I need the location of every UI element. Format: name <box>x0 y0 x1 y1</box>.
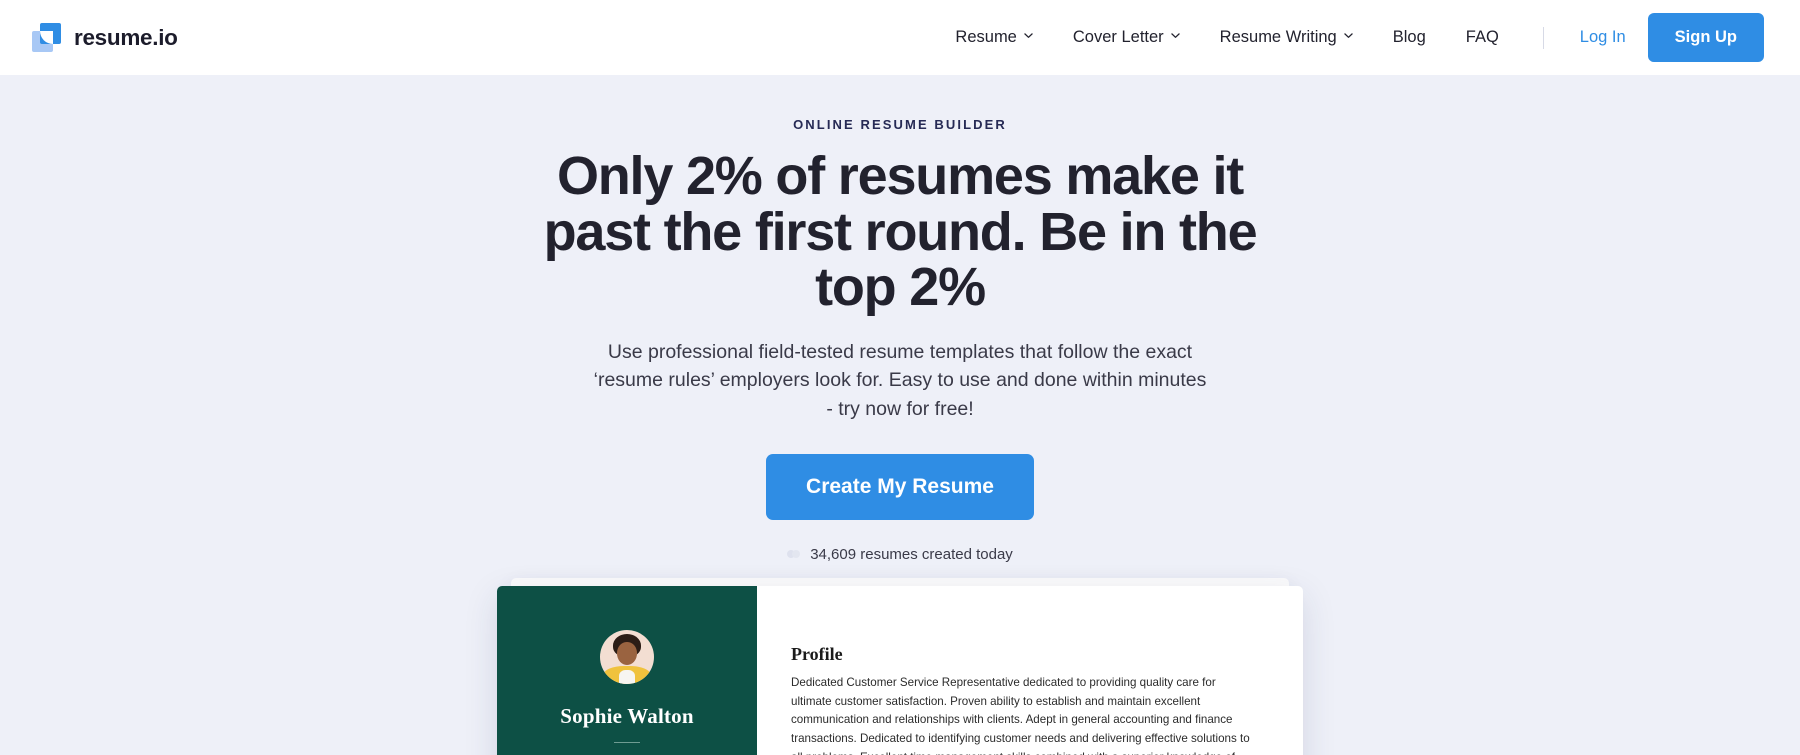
primary-nav-links: Resume Cover Letter Resume Writing Blog … <box>935 13 1764 62</box>
resume-profile-text: Dedicated Customer Service Representativ… <box>791 675 1250 755</box>
hero-eyebrow: ONLINE RESUME BUILDER <box>793 117 1007 132</box>
chevron-down-icon <box>1344 31 1353 40</box>
user-avatars-icon <box>787 549 801 559</box>
login-link[interactable]: Log In <box>1558 28 1648 47</box>
chevron-down-icon <box>1170 31 1180 40</box>
resume-candidate-name: Sophie Walton <box>560 703 694 728</box>
resume-sidebar: Sophie Walton Customer Service Represent… <box>497 585 757 755</box>
resumes-created-counter-label: 34,609 resumes created today <box>810 545 1013 563</box>
resume-main-content: Profile Dedicated Customer Service Repre… <box>757 586 1303 755</box>
signup-button[interactable]: Sign Up <box>1647 13 1764 62</box>
resumes-created-counter: 34,609 resumes created today <box>787 546 1013 563</box>
top-navigation-bar: resume.io Resume Cover Letter Resume Wri… <box>0 0 1800 75</box>
create-my-resume-button[interactable]: Create My Resume <box>766 453 1034 520</box>
nav-item-blog-label: Blog <box>1392 28 1426 46</box>
brand-logo-link[interactable]: resume.io <box>32 23 178 52</box>
nav-item-faq[interactable]: FAQ <box>1446 28 1519 47</box>
nav-item-blog[interactable]: Blog <box>1373 28 1446 47</box>
chevron-down-icon <box>1024 31 1033 40</box>
resume-section-title-profile: Profile <box>791 643 843 664</box>
resume-preview-stage: Sophie Walton Customer Service Represent… <box>497 577 1303 755</box>
hero-section: ONLINE RESUME BUILDER Only 2% of resumes… <box>0 75 1800 755</box>
resume-io-logo-icon <box>32 23 61 52</box>
nav-item-resume-writing-label: Resume Writing <box>1219 28 1337 46</box>
nav-divider <box>1542 26 1544 49</box>
nav-item-resume-label: Resume <box>955 28 1017 46</box>
resume-name-divider <box>614 741 640 743</box>
resume-template-preview[interactable]: Sophie Walton Customer Service Represent… <box>497 585 1303 755</box>
avatar <box>600 629 654 684</box>
nav-item-faq-label: FAQ <box>1465 28 1499 46</box>
nav-item-resume-writing[interactable]: Resume Writing <box>1200 28 1373 47</box>
hero-headline: Only 2% of resumes make it past the firs… <box>543 146 1258 318</box>
hero-subheadline: Use professional field-tested resume tem… <box>593 340 1207 421</box>
brand-name: resume.io <box>74 24 178 50</box>
nav-item-resume[interactable]: Resume <box>935 28 1052 47</box>
nav-item-cover-letter[interactable]: Cover Letter <box>1053 28 1200 47</box>
nav-item-cover-letter-label: Cover Letter <box>1072 28 1164 46</box>
